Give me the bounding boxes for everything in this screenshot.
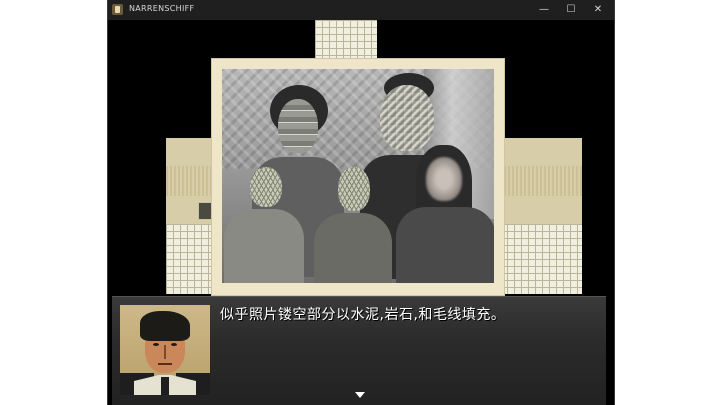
game-viewport[interactable]: 似乎照片镂空部分以水泥,岩石,和毛线填充。 [108, 20, 614, 405]
wall-right [500, 138, 582, 224]
tiled-floor-top [315, 20, 377, 60]
title-bar[interactable]: NARRENSCHIFF — ☐ ✕ [108, 0, 614, 20]
dialogue-box[interactable]: 似乎照片镂空部分以水泥,岩石,和毛线填充。 [112, 296, 606, 405]
family-photo [211, 58, 505, 296]
game-window: NARRENSCHIFF — ☐ ✕ 似乎照片镂空部分以水泥,岩石,和毛线填充。 [107, 0, 615, 405]
minimize-button[interactable]: — [531, 0, 557, 20]
photo-image [222, 69, 494, 283]
dialogue-text: 似乎照片镂空部分以水泥,岩石,和毛线填充。 [220, 307, 506, 323]
close-button[interactable]: ✕ [585, 0, 611, 20]
window-title: NARRENSCHIFF [129, 4, 195, 13]
figure-girl [396, 145, 494, 283]
figure-child-middle [312, 167, 392, 283]
tiled-floor-right [500, 224, 582, 294]
app-icon [112, 4, 123, 15]
maximize-button[interactable]: ☐ [558, 0, 584, 20]
speaker-portrait [120, 305, 210, 395]
down-arrow-icon[interactable] [355, 392, 365, 398]
figure-child-left [224, 167, 304, 283]
